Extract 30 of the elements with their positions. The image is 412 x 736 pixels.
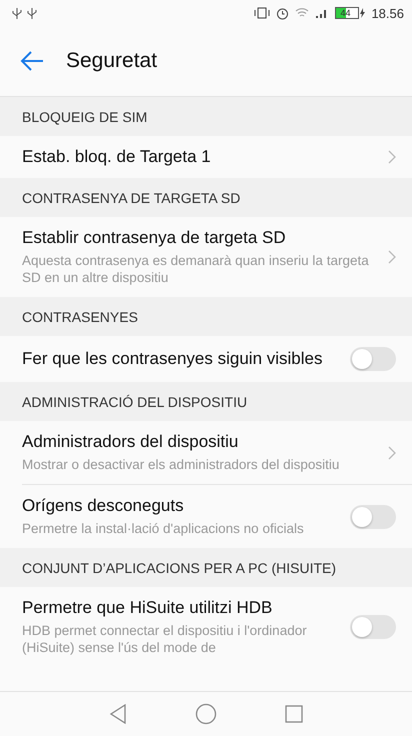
setting-description: HDB permet connectar el dispositiu i l'ordinador (HiSuite) sense l'ús del mode de <box>22 622 308 656</box>
setting-description: Mostrar o desactivar els administradors del dispositiu <box>22 456 340 473</box>
back-icon[interactable] <box>109 704 127 724</box>
setting-description: Aquesta contrasenya es demanarà quan inseriu la targeta SD en un altre dispositiu <box>22 252 370 286</box>
chevron-right-icon <box>388 250 396 264</box>
back-arrow-icon[interactable] <box>20 51 44 71</box>
setting-description: Permetre la instal·lació d'aplicacions no oficials <box>22 520 305 537</box>
section-header: BLOQUEIG DE SIM <box>21 108 148 127</box>
toggle-switch[interactable] <box>350 504 396 528</box>
chevron-right-icon <box>388 446 396 460</box>
wifi-icon <box>295 7 310 19</box>
recent-apps-icon[interactable] <box>285 705 303 723</box>
home-icon[interactable] <box>195 703 217 725</box>
page-title: Seguretat <box>66 49 158 73</box>
setting-title: Fer que les contrasenyes siguin visibles <box>22 349 324 369</box>
section-header: CONTRASENYES <box>21 308 139 327</box>
setting-title: Permetre que HiSuite utilitzi HDB <box>22 598 274 618</box>
section-header: ADMINISTRACIÓ DEL DISPOSITIU <box>21 393 248 412</box>
toggle-switch[interactable] <box>350 347 396 371</box>
section-header: CONTRASENYA DE TARGETA SD <box>21 189 242 208</box>
setting-title: Establir contrasenya de targeta SD <box>22 228 287 248</box>
setting-title: Estab. bloq. de Targeta 1 <box>22 147 212 167</box>
section-header: CONJUNT D’APLICACIONS PER A PC (HISUITE) <box>21 559 338 578</box>
vibrate-icon <box>254 7 270 19</box>
setting-title: Orígens desconeguts <box>22 496 185 516</box>
clock-time: 18.56 <box>371 6 404 20</box>
toggle-switch[interactable] <box>350 615 396 639</box>
alarm-icon <box>276 6 290 20</box>
setting-title: Administradors del dispositiu <box>22 432 240 452</box>
chevron-right-icon <box>388 150 396 164</box>
